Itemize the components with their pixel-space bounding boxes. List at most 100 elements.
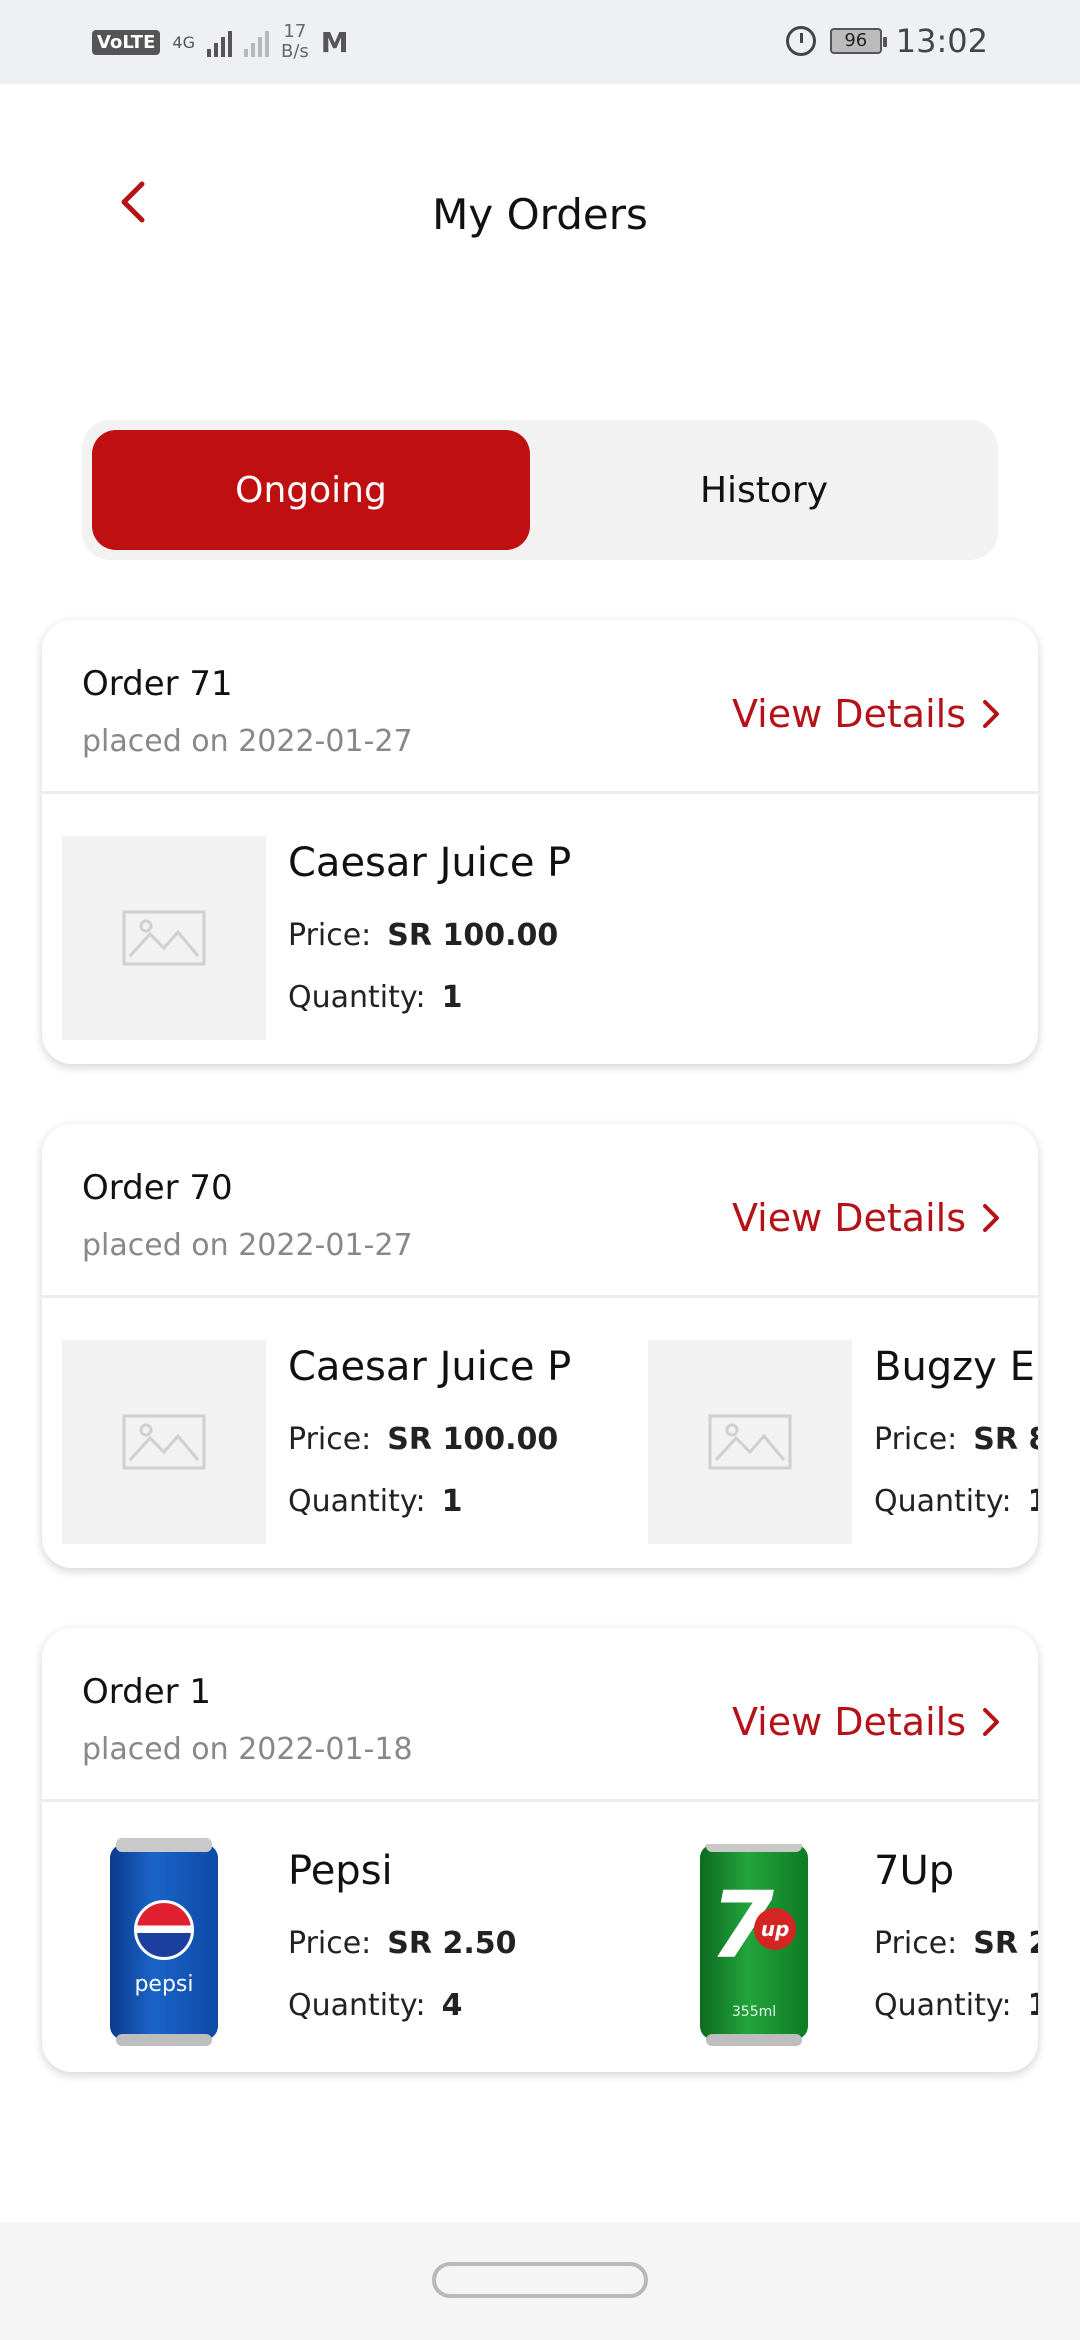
price-value: SR 100.00	[387, 918, 559, 953]
system-nav-bar	[0, 2222, 1080, 2340]
product-image	[62, 1340, 266, 1544]
order-items: Caesar Juice P Price: SR 100.00 Quantity:…	[42, 1298, 1038, 1568]
order-header: Order 70 placed on 2022-01-27 View Detai…	[42, 1124, 1038, 1298]
order-items: Caesar Juice P Price: SR 100.00 Quantity:…	[42, 794, 1038, 1064]
order-number: Order 71	[82, 664, 233, 704]
price-label: Price:	[874, 1422, 958, 1457]
order-date: placed on 2022-01-27	[82, 724, 413, 759]
chevron-right-icon	[983, 1708, 999, 1736]
can-bottom	[116, 2034, 212, 2046]
price-label: Price:	[874, 1926, 958, 1961]
order-header: Order 71 placed on 2022-01-27 View Detai…	[42, 620, 1038, 794]
price-value: SR 8	[973, 1422, 1038, 1457]
image-placeholder-icon	[122, 1414, 206, 1470]
order-item[interactable]: Caesar Juice P Price: SR 100.00 Quantity:…	[62, 836, 571, 1040]
order-card: Order 71 placed on 2022-01-27 View Detai…	[42, 620, 1038, 1064]
order-item[interactable]: Caesar Juice P Price: SR 100.00 Quantity:…	[62, 1340, 571, 1544]
can-volume: 355ml	[731, 2004, 777, 2020]
can-brand-badge: up	[754, 1908, 796, 1950]
order-tabs: Ongoing History	[82, 420, 998, 560]
quantity-row: Quantity: 1	[288, 980, 462, 1015]
view-details-label: View Details	[732, 692, 966, 736]
view-details-button[interactable]: View Details	[732, 1700, 1000, 1744]
signal-icon-2	[243, 27, 269, 57]
quantity-value: 1	[1028, 1484, 1038, 1519]
product-name: Bugzy En	[874, 1344, 1038, 1390]
pepsi-logo	[134, 1900, 194, 1960]
price-label: Price:	[288, 1926, 372, 1961]
volte-icon: VoLTE	[92, 29, 161, 55]
speed-value: 17	[283, 21, 307, 42]
product-image	[648, 1340, 852, 1544]
price-label: Price:	[288, 1422, 372, 1457]
price-row: Price: SR 2.50	[288, 1926, 516, 1961]
speed-unit: B/s	[280, 41, 309, 62]
status-left: VoLTE 4G 17 B/s M	[92, 22, 349, 62]
network-speed: 17 B/s	[281, 22, 309, 62]
status-time: 13:02	[895, 22, 988, 60]
product-image	[62, 836, 266, 1040]
order-items: pepsi Pepsi Price: SR 2.50 Quantity: 4 7 u…	[42, 1802, 1038, 2072]
price-label: Price:	[288, 918, 372, 953]
tab-ongoing[interactable]: Ongoing	[92, 430, 530, 550]
quantity-value: 1	[1028, 1988, 1038, 2023]
order-item[interactable]: 7 up 355ml 7Up Price: SR 2. Quantity: 1	[648, 1844, 1038, 2048]
product-image: pepsi	[62, 1838, 266, 2048]
order-number: Order 70	[82, 1168, 233, 1208]
quantity-label: Quantity:	[874, 1484, 1012, 1519]
view-details-label: View Details	[732, 1700, 966, 1744]
quantity-label: Quantity:	[288, 1484, 426, 1519]
quantity-value: 4	[441, 1988, 463, 2023]
quantity-value: 1	[441, 980, 463, 1015]
battery-icon: 96	[829, 28, 887, 54]
view-details-button[interactable]: View Details	[732, 1196, 1000, 1240]
order-card: Order 1 placed on 2022-01-18 View Detail…	[42, 1628, 1038, 2072]
quantity-label: Quantity:	[288, 980, 426, 1015]
order-card: Order 70 placed on 2022-01-27 View Detai…	[42, 1124, 1038, 1568]
view-details-label: View Details	[732, 1196, 966, 1240]
tab-history[interactable]: History	[540, 430, 988, 550]
status-right: 96 13:02	[785, 22, 988, 60]
order-item[interactable]: pepsi Pepsi Price: SR 2.50 Quantity: 4	[62, 1838, 516, 2048]
order-date: placed on 2022-01-27	[82, 1228, 413, 1263]
can-lid	[116, 1838, 212, 1852]
quantity-row: Quantity: 4	[288, 1988, 462, 2023]
image-placeholder-icon	[122, 910, 206, 966]
price-value: SR 100.00	[387, 1422, 559, 1457]
price-row: Price: SR 100.00	[288, 1422, 558, 1457]
product-name: 7Up	[874, 1848, 955, 1894]
price-row: Price: SR 100.00	[288, 918, 558, 953]
signal-icon	[206, 27, 232, 57]
price-value: SR 2.50	[387, 1926, 517, 1961]
quantity-row: Quantity: 1	[288, 1484, 462, 1519]
chevron-right-icon	[983, 700, 999, 728]
view-details-button[interactable]: View Details	[732, 692, 1000, 736]
quantity-label: Quantity:	[874, 1988, 1012, 2023]
order-item[interactable]: Bugzy En Price: SR 8 Quantity: 1	[648, 1340, 1038, 1544]
price-row: Price: SR 2.	[874, 1926, 1038, 1961]
status-bar: VoLTE 4G 17 B/s M 96 13:02	[0, 0, 1080, 84]
can-brand-text: pepsi	[134, 1972, 194, 1997]
chevron-right-icon	[983, 1204, 999, 1232]
product-name: Caesar Juice P	[288, 1344, 572, 1390]
quantity-label: Quantity:	[288, 1988, 426, 2023]
price-value: SR 2.	[973, 1926, 1038, 1961]
home-indicator[interactable]	[432, 2262, 648, 2298]
quantity-row: Quantity: 1	[874, 1988, 1038, 2023]
order-date: placed on 2022-01-18	[82, 1732, 413, 1767]
product-name: Caesar Juice P	[288, 840, 572, 886]
quantity-row: Quantity: 1	[874, 1484, 1038, 1519]
order-header: Order 1 placed on 2022-01-18 View Detail…	[42, 1628, 1038, 1802]
quantity-value: 1	[441, 1484, 463, 1519]
pepsi-can-image: pepsi	[110, 1838, 218, 2046]
alarm-icon	[785, 26, 816, 56]
order-number: Order 1	[82, 1672, 212, 1712]
gmail-icon: M	[320, 25, 349, 59]
page-title: My Orders	[432, 190, 648, 239]
can-bottom	[706, 2034, 802, 2046]
7up-can-image: 7 up 355ml	[700, 1844, 808, 2046]
can-lid	[706, 1844, 802, 1852]
product-image: 7 up 355ml	[648, 1844, 852, 2048]
product-name: Pepsi	[288, 1848, 393, 1894]
price-row: Price: SR 8	[874, 1422, 1038, 1457]
